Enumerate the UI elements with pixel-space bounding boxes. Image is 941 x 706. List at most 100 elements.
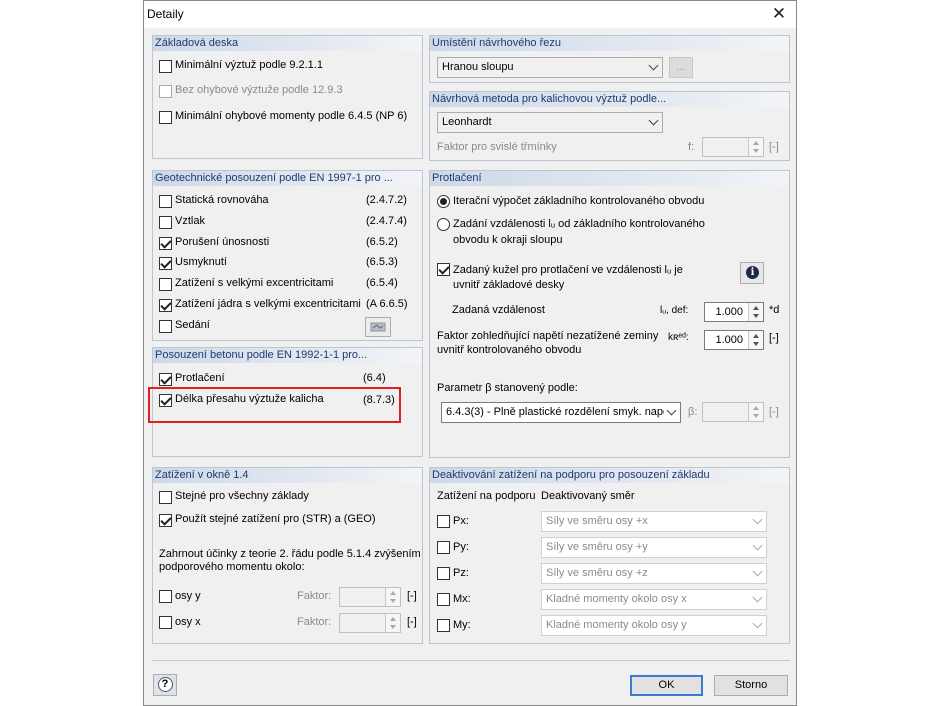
details-dialog: Detaily ✕ Základová deska Minimální výzt…	[143, 0, 797, 706]
checkbox-osy-x[interactable]	[159, 616, 172, 629]
group-header: Základová deska	[153, 36, 422, 51]
label-kuzel-line1: Zadaný kužel pro protlačení ve vzdálenos…	[453, 264, 683, 276]
group-header: Umístění návrhového řezu	[430, 36, 789, 51]
label-poruseni: Porušení únosnosti	[175, 236, 270, 248]
label-min-vyztuz: Minimální výztuž podle 9.2.1.1	[175, 59, 323, 71]
teorie-text-line1: Zahrnout účinky z teorie 2. řádu podle 5…	[159, 548, 421, 560]
select-mx: Kladné momenty okolo osy x	[541, 589, 767, 610]
ok-button[interactable]: OK	[630, 675, 703, 696]
label-stejne-zaklady: Stejné pro všechny základy	[175, 490, 309, 502]
label-faktor-y: Faktor:	[297, 590, 332, 602]
chevron-down-icon	[666, 405, 677, 416]
chevron-down-icon	[752, 618, 763, 629]
checkbox-str-geo[interactable]	[159, 514, 172, 527]
spin-buttons	[748, 403, 763, 421]
symbol-faktor: kʀᵉᵈ:	[668, 332, 689, 343]
unit-beta: [-]	[769, 406, 779, 418]
help-button[interactable]: ?	[153, 674, 177, 696]
column-header-zatizeni: Zatížení na podporu	[437, 490, 536, 502]
checkbox-min-vyztuz[interactable]	[159, 60, 172, 73]
label-faktor-x: Faktor:	[297, 616, 332, 628]
radio-iteracni[interactable]	[437, 195, 450, 208]
unit-zadana: *d	[769, 304, 780, 316]
chevron-down-icon	[752, 592, 763, 603]
group-header: Deaktivování zatížení na podporu pro pos…	[430, 468, 789, 483]
spin-beta	[702, 402, 764, 422]
highlight-annotation	[148, 387, 401, 423]
label-sedani: Sedání	[175, 319, 210, 331]
label-protlaceni-beton: Protlačení	[175, 372, 225, 384]
close-icon[interactable]: ✕	[768, 3, 790, 25]
checkbox-sedani[interactable]	[159, 320, 172, 333]
navrhova-select[interactable]: Leonhardt	[437, 112, 663, 133]
code-excentricity: (6.5.4)	[366, 277, 398, 289]
label-vztlak: Vztlak	[175, 215, 205, 227]
group-umisteni: Umístění návrhového řezu Hranou sloupu .…	[429, 35, 790, 83]
label-my: My:	[453, 619, 471, 631]
select-px: Síly ve směru osy +x	[541, 511, 767, 532]
select-py: Síly ve směru osy +y	[541, 537, 767, 558]
spin-buttons[interactable]	[748, 331, 763, 349]
window-title: Detaily	[147, 7, 184, 21]
checkbox-min-momenty[interactable]	[159, 111, 172, 124]
label-bez-ohybove: Bez ohybové výztuže podle 12.9.3	[175, 84, 343, 96]
label-faktor-line2: uvnitř kontrolovaného obvodu	[437, 344, 582, 356]
checkbox-bez-ohybove	[159, 85, 172, 98]
checkbox-jadra[interactable]	[159, 299, 172, 312]
info-button[interactable]: i	[740, 262, 764, 284]
checkbox-pz[interactable]	[437, 567, 450, 580]
column-header-smer: Deaktivovaný směr	[541, 490, 635, 502]
label-zadani-line1: Zadání vzdálenosti lᵤ od základního kont…	[453, 218, 705, 230]
title-bar: Detaily ✕	[144, 1, 796, 28]
group-deaktivovani: Deaktivování zatížení na podporu pro pos…	[429, 467, 790, 644]
spin-zadana-vzdalenost[interactable]: 1.000	[704, 302, 764, 322]
symbol-zadana: lᵤ, def:	[660, 305, 689, 316]
sedani-settings-button[interactable]	[365, 317, 391, 337]
checkbox-py[interactable]	[437, 541, 450, 554]
checkbox-osy-y[interactable]	[159, 590, 172, 603]
chevron-down-icon	[752, 566, 763, 577]
checkbox-mx[interactable]	[437, 593, 450, 606]
settings-icon	[370, 322, 386, 332]
storno-button[interactable]: Storno	[714, 675, 788, 696]
unit-faktor-f: [-]	[769, 141, 779, 153]
code-poruseni: (6.5.2)	[366, 236, 398, 248]
spin-buttons[interactable]	[748, 303, 763, 321]
checkbox-vztlak[interactable]	[159, 216, 172, 229]
checkbox-usmyknuti[interactable]	[159, 257, 172, 270]
checkbox-excentricity[interactable]	[159, 278, 172, 291]
footer-separator	[152, 660, 790, 661]
chevron-down-icon	[648, 60, 659, 71]
label-px: Px:	[453, 515, 469, 527]
label-staticka: Statická rovnováha	[175, 194, 269, 206]
checkbox-protlaceni-beton[interactable]	[159, 373, 172, 386]
spin-faktor-x	[339, 613, 401, 633]
group-header: Návrhová metoda pro kalichovou výztuž po…	[430, 92, 789, 107]
radio-zadani-vzdalenosti[interactable]	[437, 218, 450, 231]
select-my: Kladné momenty okolo osy y	[541, 615, 767, 636]
checkbox-kuzel[interactable]	[437, 263, 450, 276]
umisteni-select[interactable]: Hranou sloupu	[437, 57, 663, 78]
spin-buttons	[385, 588, 400, 606]
label-beta: β:	[688, 406, 698, 418]
label-mx: Mx:	[453, 593, 471, 605]
checkbox-poruseni[interactable]	[159, 237, 172, 250]
label-jadra: Zatížení jádra s velkými excentricitami	[175, 298, 361, 310]
checkbox-px[interactable]	[437, 515, 450, 528]
label-iteracni: Iterační výpočet základního kontrolované…	[453, 195, 705, 207]
spin-faktor-kred[interactable]: 1.000	[704, 330, 764, 350]
code-protlaceni-beton: (6.4)	[363, 372, 386, 384]
parametr-beta-select[interactable]: 6.4.3(3) - Plně plastické rozdělení smyk…	[441, 402, 681, 423]
unit-faktor-kred: [-]	[769, 332, 779, 344]
label-pz: Pz:	[453, 567, 469, 579]
checkbox-staticka[interactable]	[159, 195, 172, 208]
unit-faktor-x: [-]	[407, 616, 417, 628]
label-zadani-line2: obvodu k okraji sloupu	[453, 234, 563, 246]
checkbox-my[interactable]	[437, 619, 450, 632]
code-vztlak: (2.4.7.4)	[366, 215, 407, 227]
label-osy-x: osy x	[175, 616, 201, 628]
label-faktor-line1: Faktor zohledňující napětí nezatížené ze…	[437, 330, 659, 342]
spin-buttons	[748, 138, 763, 156]
checkbox-stejne-zaklady[interactable]	[159, 491, 172, 504]
label-py: Py:	[453, 541, 469, 553]
